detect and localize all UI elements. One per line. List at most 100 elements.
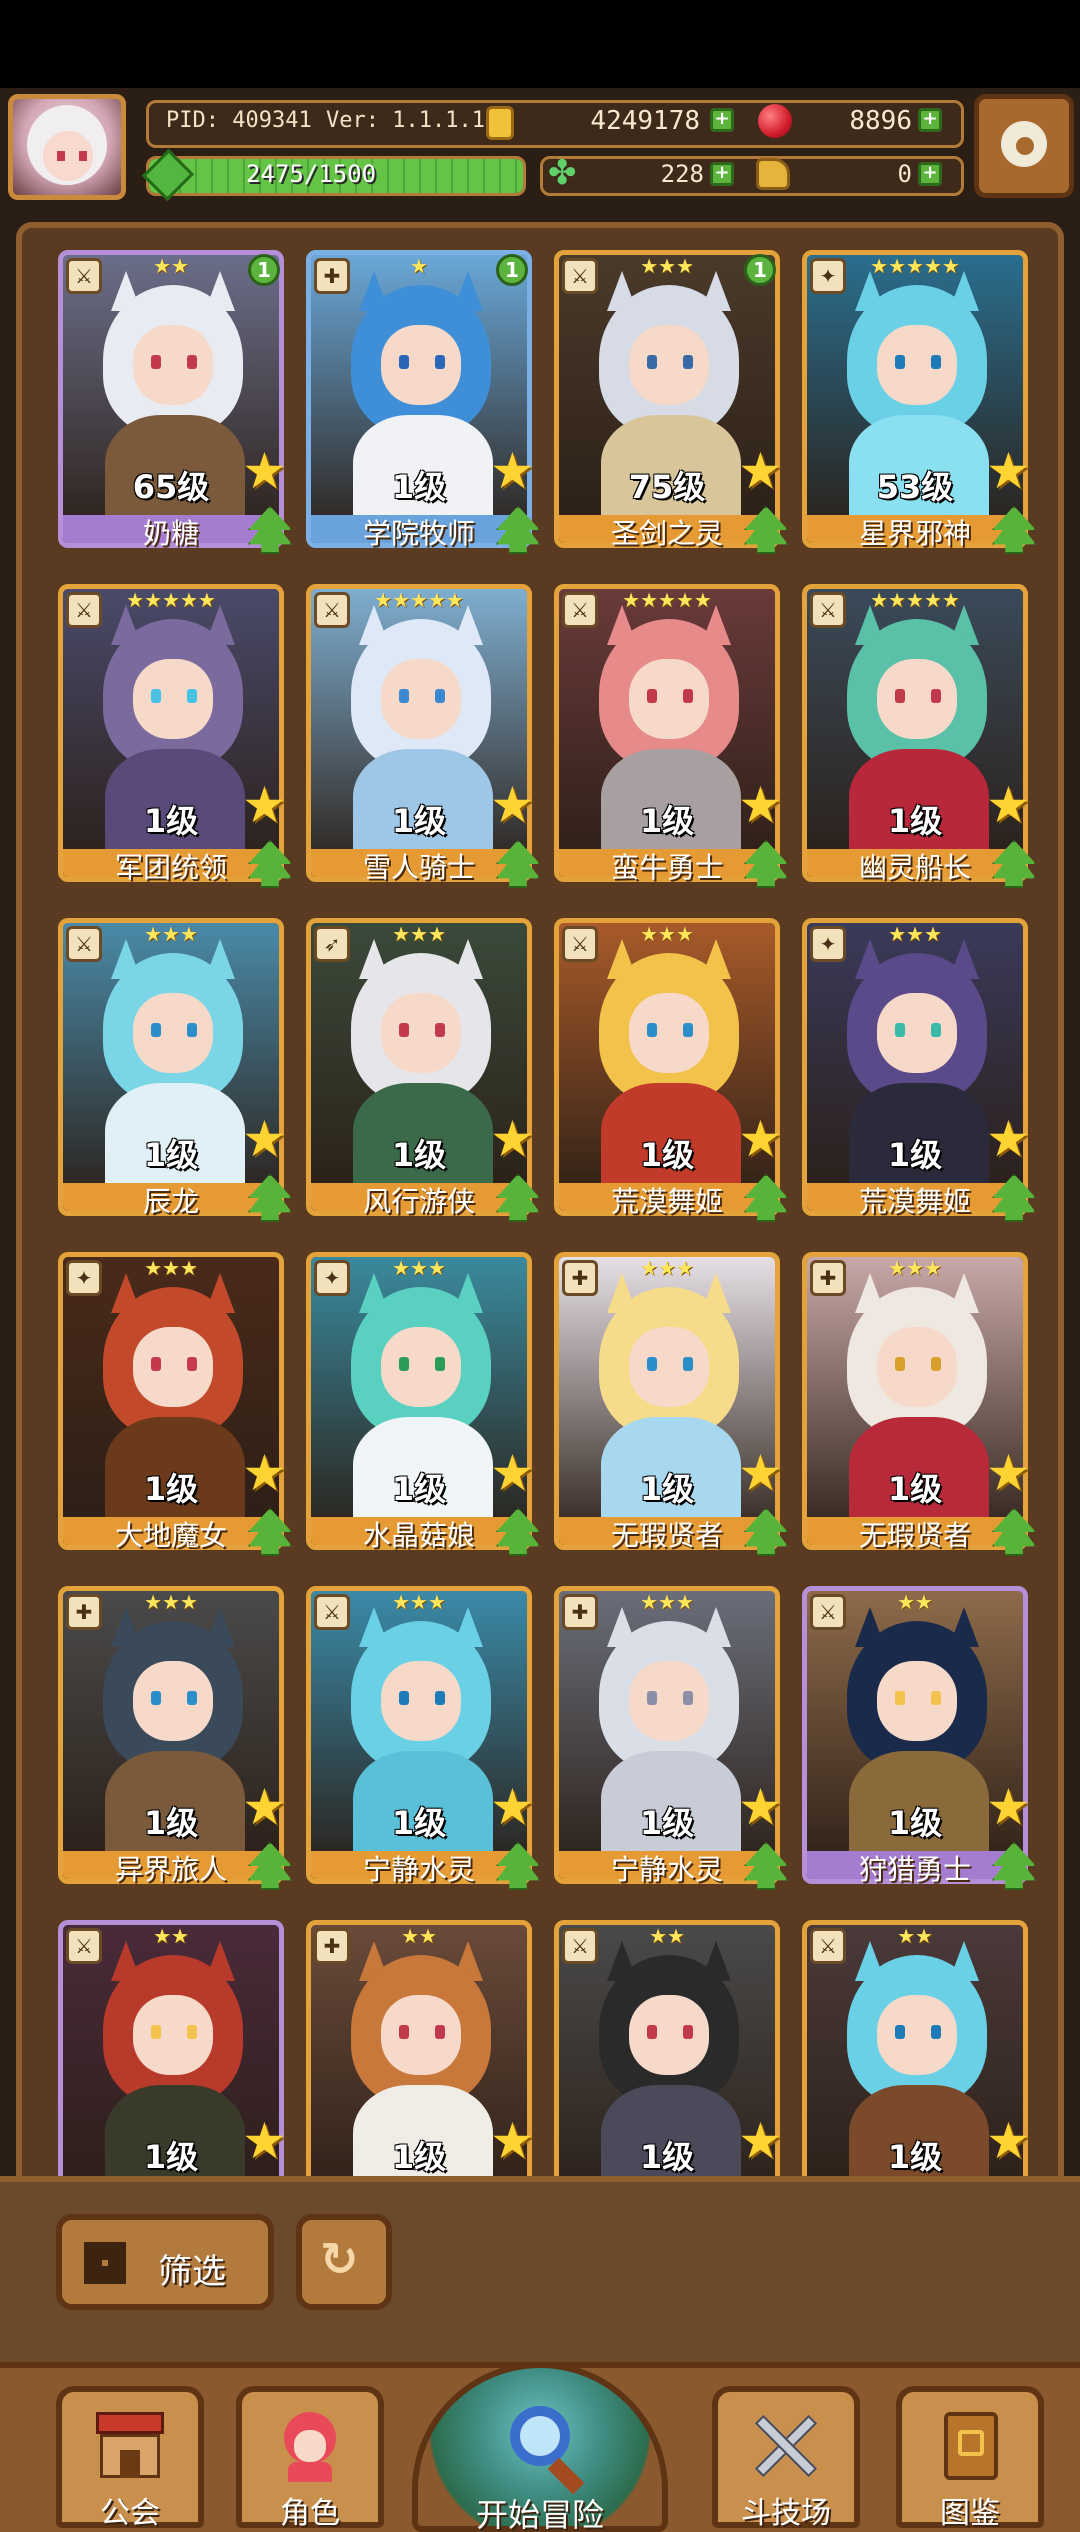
rarity-stars: ★★★★★ [870, 588, 960, 612]
character-face [877, 993, 957, 1073]
status-bar-area [0, 0, 1080, 88]
character-card[interactable]: ⚔ ★★★ 1 75级 圣剑之灵 ★ [554, 250, 790, 562]
add-gem-button[interactable]: + [918, 108, 942, 132]
character-card[interactable]: ⚔ ★★★★★ 1级 蛮牛勇士 ★ [554, 584, 790, 896]
rarity-stars: ★★★ [144, 922, 198, 946]
character-name: 风行游侠 [362, 1185, 475, 1218]
star-upgrade-icon: ★ [986, 1778, 1031, 1836]
boots-icon [756, 158, 790, 190]
character-eye [895, 2025, 905, 2039]
add-clover-button[interactable]: + [710, 162, 734, 186]
clover-icon: ✤ [548, 153, 577, 193]
nav-codex[interactable]: 图鉴 [896, 2386, 1044, 2531]
character-card[interactable]: ✚ ★★★ 1级 宁静水灵 ★ [554, 1586, 790, 1898]
player-avatar[interactable] [8, 94, 126, 200]
rarity-stars: ★★★ [640, 1256, 694, 1280]
settings-button[interactable] [974, 94, 1074, 198]
star-upgrade-icon: ★ [242, 1110, 287, 1168]
star-upgrade-icon: ★ [490, 442, 535, 500]
character-face [877, 1327, 957, 1407]
rarity-stars: ★★ [401, 1924, 437, 1948]
character-card[interactable]: ⚔ ★★ 1级 ★ [58, 1920, 294, 2184]
character-card[interactable]: ⚔ ★★ 1级 ★ [554, 1920, 790, 2184]
character-card[interactable]: ⚔ ★★ 1级 ★ [802, 1920, 1038, 2184]
avatar-eye [79, 151, 87, 161]
player-id: PID: 409341 [166, 108, 312, 133]
grid-icon [84, 2242, 126, 2284]
character-eye [399, 355, 409, 369]
character-eye [931, 2025, 941, 2039]
gold-amount: 4249178 [590, 106, 700, 136]
character-eye [895, 1023, 905, 1037]
character-name: 奶糖 [142, 517, 199, 550]
add-boots-button[interactable]: + [918, 162, 942, 186]
character-eye [151, 2025, 161, 2039]
character-card[interactable]: ✚ ★★★ 1级 异界旅人 ★ [58, 1586, 294, 1898]
awaken-badge: 1 [496, 254, 528, 286]
character-card[interactable]: ✦ ★★★★★ 53级 星界邪神 ★ [802, 250, 1038, 562]
boots-amount: 0 [897, 160, 912, 188]
character-face [877, 1995, 957, 2075]
character-card[interactable]: ✦ ★★★ 1级 荒漠舞姬 ★ [802, 918, 1038, 1230]
character-card[interactable]: ⚔ ★★★ 1级 荒漠舞姬 ★ [554, 918, 790, 1230]
character-name: 异界旅人 [114, 1853, 227, 1886]
character-card[interactable]: ✚ ★★★ 1级 无瑕贤者 ★ [554, 1252, 790, 1564]
character-eye [683, 1691, 693, 1705]
character-eye [399, 689, 409, 703]
character-card[interactable]: ⚔ ★★★ 1级 宁静水灵 ★ [306, 1586, 542, 1898]
character-card[interactable]: ✦ ★★★ 1级 水晶菇娘 ★ [306, 1252, 542, 1564]
character-card[interactable]: ✚ ★★ 1级 ★ [306, 1920, 542, 2184]
star-upgrade-icon: ★ [738, 1110, 783, 1168]
character-eye [683, 355, 693, 369]
star-upgrade-icon: ★ [490, 1778, 535, 1836]
character-eye [683, 689, 693, 703]
character-eye [931, 1023, 941, 1037]
character-face [381, 325, 461, 405]
character-eye [187, 355, 197, 369]
character-card[interactable]: ⚔ ★★ 1 65级 奶糖 ★ [58, 250, 294, 562]
nav-guild[interactable]: 公会 [56, 2386, 204, 2531]
character-card[interactable]: ⚔ ★★★ 1级 辰龙 ★ [58, 918, 294, 1230]
character-eye [895, 689, 905, 703]
character-eye [647, 355, 657, 369]
character-eye [187, 1357, 197, 1371]
character-card[interactable]: ⚔ ★★★★★ 1级 军团统领 ★ [58, 584, 294, 896]
refresh-button[interactable]: ↻ [296, 2214, 392, 2310]
character-eye [683, 1357, 693, 1371]
character-card[interactable]: ⚔ ★★ 1级 狩猎勇士 ★ [802, 1586, 1038, 1898]
character-card[interactable]: ✚ ★★★ 1级 无瑕贤者 ★ [802, 1252, 1038, 1564]
awaken-badge: 1 [248, 254, 280, 286]
character-face [877, 659, 957, 739]
character-name: 无瑕贤者 [858, 1519, 971, 1552]
nav-arena[interactable]: 斗技场 [712, 2386, 860, 2531]
character-eye [187, 1023, 197, 1037]
crossed-swords-icon [746, 2406, 826, 2486]
rarity-stars: ★★ [649, 1924, 685, 1948]
add-gold-button[interactable]: + [710, 108, 734, 132]
character-card[interactable]: ✚ ★ 1 1级 学院牧师 ★ [306, 250, 542, 562]
filter-button[interactable]: 筛选 [56, 2214, 274, 2310]
rarity-stars: ★★★★★ [622, 588, 712, 612]
character-eye [931, 1357, 941, 1371]
character-name: 无瑕贤者 [610, 1519, 723, 1552]
character-name: 狩猎勇士 [858, 1853, 971, 1886]
star-upgrade-icon: ★ [242, 776, 287, 834]
rarity-stars: ★★★★★ [126, 588, 216, 612]
magnifier-handle [547, 2457, 585, 2495]
character-eye [399, 1691, 409, 1705]
star-upgrade-icon: ★ [738, 442, 783, 500]
character-eye [931, 1691, 941, 1705]
character-card[interactable]: ⚔ ★★★★★ 1级 幽灵船长 ★ [802, 584, 1038, 896]
character-face [133, 1661, 213, 1741]
character-card[interactable]: ✦ ★★★ 1级 大地魔女 ★ [58, 1252, 294, 1564]
star-upgrade-icon: ★ [242, 1444, 287, 1502]
star-upgrade-icon: ★ [738, 1778, 783, 1836]
character-card[interactable]: ➶ ★★★ 1级 风行游侠 ★ [306, 918, 542, 1230]
character-name: 宁静水灵 [362, 1853, 475, 1886]
character-eye [931, 355, 941, 369]
character-card[interactable]: ⚔ ★★★★★ 1级 雪人骑士 ★ [306, 584, 542, 896]
character-name: 荒漠舞姬 [858, 1185, 971, 1218]
rarity-stars: ★★★ [888, 1256, 942, 1280]
nav-character[interactable]: 角色 [236, 2386, 384, 2531]
star-upgrade-icon: ★ [242, 2112, 287, 2170]
